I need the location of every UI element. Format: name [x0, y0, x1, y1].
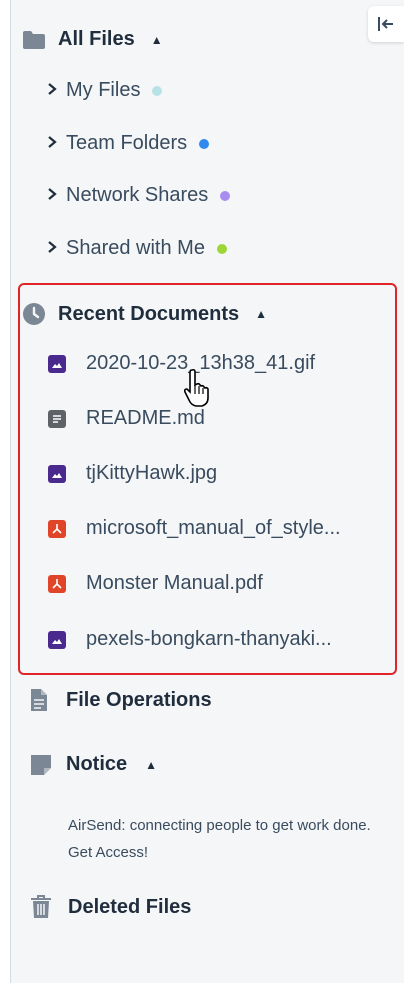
recent-doc-item[interactable]: tjKittyHawk.jpg [48, 462, 217, 485]
notice-header[interactable]: Notice ▲ [30, 753, 157, 776]
recent-documents-label: Recent Documents [58, 302, 240, 325]
folder-item-network-shares[interactable]: Network Shares [46, 184, 231, 207]
folder-item-shared-with-me[interactable]: Shared with Me [46, 237, 227, 260]
pdf-icon [48, 574, 66, 593]
status-dot [220, 190, 231, 201]
deleted-files-label: Deleted Files [68, 895, 192, 918]
image-icon [48, 354, 66, 373]
status-dot [152, 85, 163, 96]
recent-documents-header[interactable]: Recent Documents ▲ [22, 302, 267, 326]
caret-up-icon: ▲ [255, 307, 268, 321]
collapse-left-icon [378, 17, 393, 31]
chevron-right-icon [46, 132, 58, 155]
recent-doc-name: Monster Manual.pdf [86, 572, 263, 594]
recent-doc-name: tjKittyHawk.jpg [86, 462, 218, 484]
folder-item-label: Network Shares [66, 184, 209, 206]
all-files-label: All Files [58, 28, 135, 50]
image-icon [48, 630, 66, 649]
recent-doc-item[interactable]: microsoft_manual_of_style... [48, 517, 341, 540]
status-dot [216, 243, 227, 254]
folder-item-label: Team Folders [66, 132, 188, 154]
caret-up-icon: ▲ [150, 32, 163, 47]
chevron-right-icon [46, 184, 58, 207]
folder-icon [22, 30, 46, 50]
text-file-icon [48, 409, 66, 428]
image-icon [48, 464, 66, 483]
folder-item-team-folders[interactable]: Team Folders [46, 132, 210, 155]
recent-doc-name: microsoft_manual_of_style... [86, 517, 341, 539]
note-icon [30, 754, 52, 776]
all-files-header[interactable]: All Files ▲ [22, 28, 163, 51]
file-operations-label: File Operations [66, 688, 212, 711]
folder-item-label: My Files [66, 79, 141, 101]
folder-item-label: Shared with Me [66, 237, 205, 259]
file-operations-header[interactable]: File Operations [30, 688, 212, 712]
recent-doc-item[interactable]: 2020-10-23_13h38_41.gif [48, 352, 315, 375]
clock-icon [22, 302, 46, 326]
notice-message[interactable]: AirSend: connecting people to get work d… [68, 812, 388, 866]
file-icon [30, 688, 48, 712]
chevron-right-icon [46, 79, 58, 102]
trash-icon [30, 895, 52, 919]
pdf-icon [48, 519, 66, 538]
notice-label: Notice [66, 753, 128, 775]
recent-doc-item[interactable]: pexels-bongkarn-thanyaki... [48, 628, 332, 651]
hand-cursor-icon [183, 368, 213, 413]
recent-doc-name: pexels-bongkarn-thanyaki... [86, 628, 332, 650]
folder-item-my-files[interactable]: My Files [46, 79, 163, 102]
recent-doc-item[interactable]: README.md [48, 407, 205, 430]
status-dot [199, 138, 210, 149]
recent-doc-item[interactable]: Monster Manual.pdf [48, 572, 263, 595]
caret-up-icon: ▲ [145, 757, 158, 772]
chevron-right-icon [46, 237, 58, 260]
deleted-files-header[interactable]: Deleted Files [30, 895, 191, 919]
collapse-sidebar-button[interactable] [368, 6, 404, 42]
